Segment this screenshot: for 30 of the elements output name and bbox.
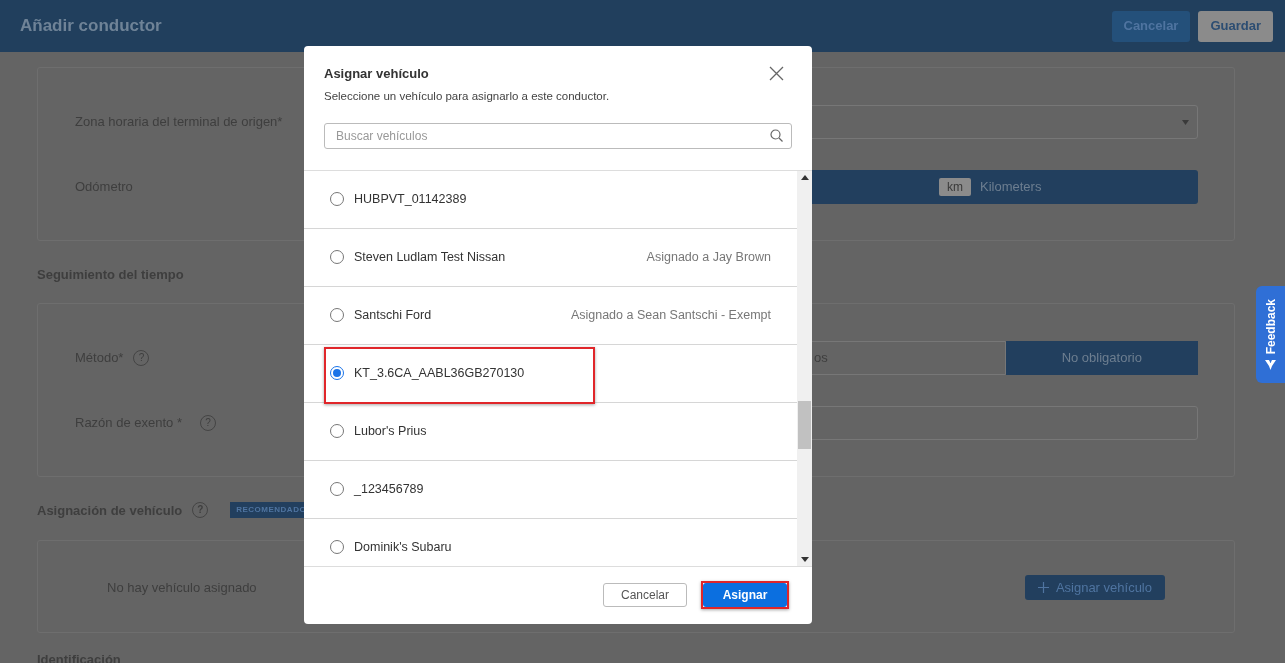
logo-icon [1265, 359, 1276, 370]
scroll-up-icon[interactable] [800, 174, 809, 180]
dialog-title: Asignar vehículo [324, 65, 430, 83]
scrollbar[interactable] [797, 170, 812, 566]
vehicle-name: _123456789 [354, 480, 424, 498]
dialog-subtitle: Seleccione un vehículo para asignarlo a este conductor. [324, 88, 610, 104]
assignment-note: Asignado a Sean Santschi - Exempt [570, 306, 771, 324]
assign-button[interactable]: Asignar [703, 583, 787, 608]
scroll-thumb[interactable] [798, 400, 811, 449]
unit-tag: km [939, 178, 971, 196]
segment-option[interactable]: No obligatorio [1005, 340, 1198, 375]
search-icon [770, 128, 783, 142]
close-icon[interactable] [769, 66, 784, 81]
assignment-note: Asignado a Jay Brown [646, 248, 771, 266]
vehicle-name: HUBPVT_01142389 [354, 190, 467, 208]
vehicle-row[interactable]: KT_3.6CA_AABL36GB270130 [304, 344, 797, 403]
vehicle-name: Steven Ludlam Test Nissan [354, 248, 506, 266]
scroll-down-icon[interactable] [800, 556, 809, 562]
search-field[interactable]: Buscar vehículos [324, 122, 792, 149]
caret-icon [1182, 119, 1189, 125]
plus-icon [1037, 582, 1049, 593]
cancel-button[interactable]: Cancelar [603, 583, 687, 608]
feedback-tab[interactable]: Feedback [1256, 286, 1285, 383]
vehicle-name: Dominik's Subaru [354, 538, 452, 556]
unit-label: Kilometers [980, 178, 1042, 197]
vehicle-name: Santschi Ford [354, 306, 432, 324]
save-button[interactable]: Guardar [1198, 10, 1273, 42]
page-title: Añadir conductor [20, 15, 162, 38]
vehicle-name: KT_3.6CA_AABL36GB270130 [354, 364, 525, 382]
vehicle-name: Lubor's Prius [354, 422, 427, 440]
